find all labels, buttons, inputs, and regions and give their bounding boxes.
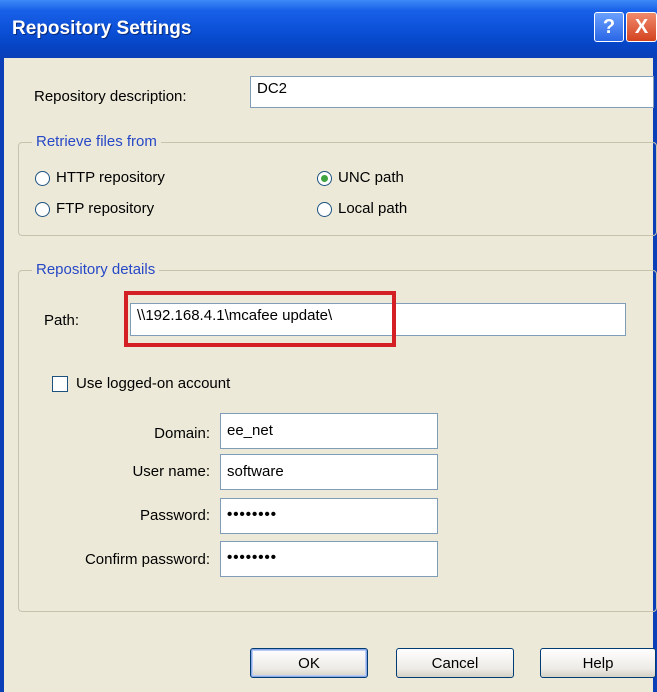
ftp-repository-label: FTP repository [56,200,155,217]
help-button[interactable]: Help [540,648,656,678]
domain-input[interactable]: ee_net [220,413,438,449]
username-label: User name: [132,463,210,480]
close-glyph: X [634,15,649,38]
http-repository-label: HTTP repository [56,169,165,186]
ftp-repository-radio[interactable] [35,202,50,217]
domain-label: Domain: [154,425,210,442]
confirm-password-label: Confirm password: [84,551,210,568]
username-input[interactable]: software [220,454,438,490]
window-title: Repository Settings [12,18,192,39]
http-repository-radio[interactable] [35,171,50,186]
path-label: Path: [44,312,80,329]
cancel-button[interactable]: Cancel [396,648,514,678]
local-path-radio[interactable] [317,202,332,217]
path-highlight-box [124,291,396,347]
password-label: Password: [139,507,210,524]
use-logged-on-account-checkbox[interactable] [52,376,68,392]
help-icon[interactable]: ? [594,12,624,42]
repository-details-legend: Repository details [32,261,160,278]
retrieve-files-group [18,142,657,236]
help-glyph: ? [602,15,616,38]
use-logged-on-account-label: Use logged-on account [76,375,231,392]
close-icon[interactable]: X [626,12,657,42]
retrieve-files-legend: Retrieve files from [32,133,161,150]
local-path-label: Local path [338,200,408,217]
ok-button-label: OK [298,654,320,672]
repository-description-input[interactable]: DC2 [250,76,654,108]
unc-path-label: UNC path [338,169,404,186]
confirm-password-input[interactable]: •••••••• [220,541,438,577]
password-input[interactable]: •••••••• [220,498,438,534]
repository-settings-dialog: Repository Settings ? X Repository descr… [0,0,657,692]
repository-description-label: Repository description: [34,88,187,105]
unc-path-radio[interactable] [317,171,332,186]
cancel-button-label: Cancel [431,654,479,672]
title-bar[interactable]: Repository Settings ? X [0,0,657,58]
ok-button[interactable]: OK [250,648,368,678]
help-button-label: Help [582,654,614,672]
